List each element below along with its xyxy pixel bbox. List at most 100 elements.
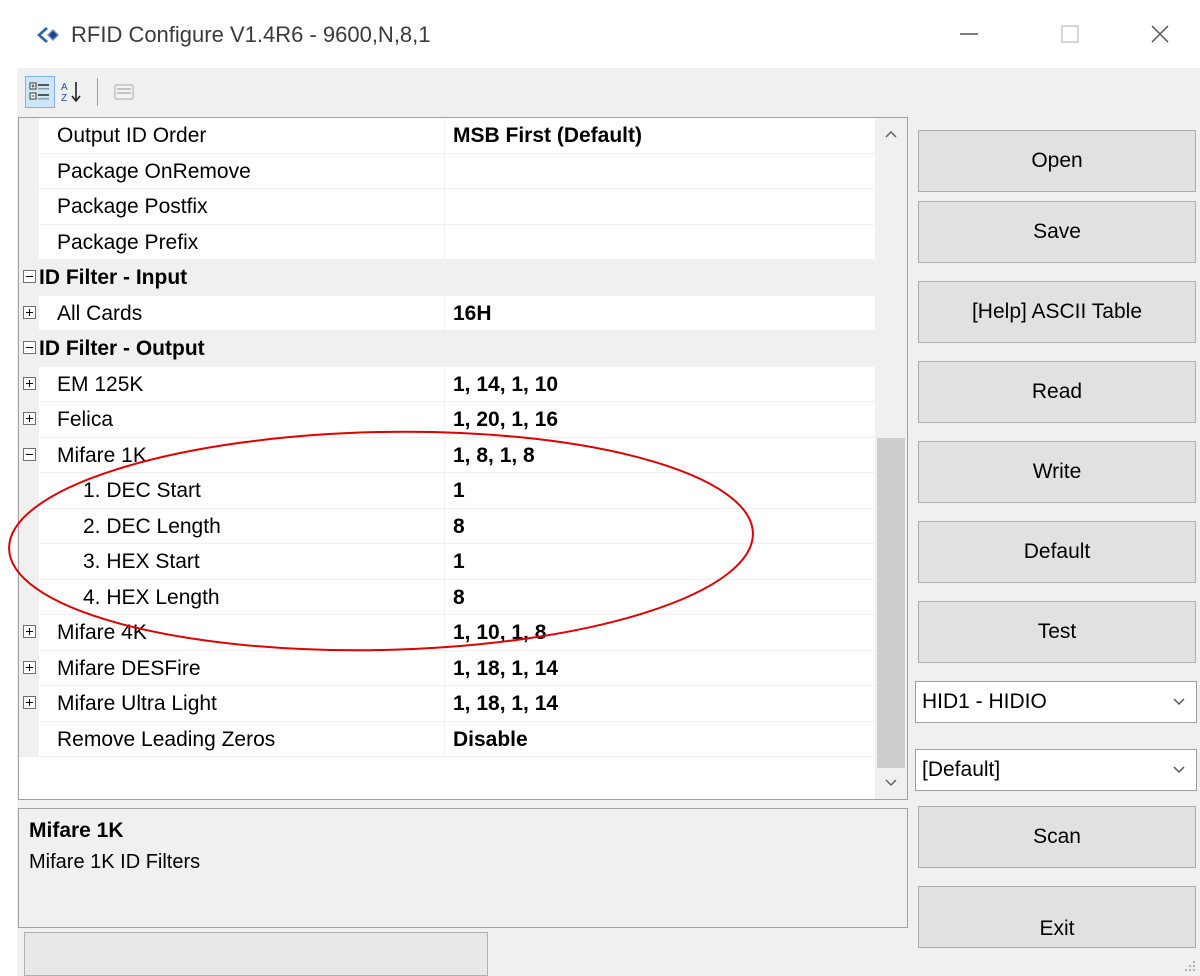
property-name: All Cards bbox=[39, 295, 445, 331]
property-name: Mifare DESFire bbox=[39, 650, 445, 686]
ascii-table-button[interactable]: [Help] ASCII Table bbox=[918, 281, 1196, 343]
row-margin bbox=[19, 224, 39, 260]
property-value[interactable] bbox=[445, 154, 875, 189]
property-row[interactable]: Mifare Ultra Light 1, 18, 1, 14 bbox=[19, 686, 875, 722]
property-name: Mifare 4K bbox=[39, 615, 445, 651]
svg-text:Z: Z bbox=[61, 93, 67, 104]
property-value[interactable]: 1, 18, 1, 14 bbox=[445, 686, 875, 722]
property-grid-scrollbar[interactable] bbox=[875, 118, 907, 799]
title-bar[interactable]: RFID Configure V1.4R6 - 9600,N,8,1 bbox=[17, 0, 1200, 68]
help-description: Mifare 1K ID Filters bbox=[29, 851, 201, 873]
scroll-down-icon[interactable] bbox=[875, 767, 907, 799]
categorized-view-button[interactable] bbox=[25, 76, 55, 108]
property-row[interactable]: 1. DEC Start 1 bbox=[19, 473, 875, 509]
property-row[interactable]: 2. DEC Length 8 bbox=[19, 508, 875, 544]
default-button[interactable]: Default bbox=[918, 521, 1196, 583]
expand-icon[interactable] bbox=[23, 376, 36, 390]
property-value[interactable]: MSB First (Default) bbox=[445, 118, 875, 154]
device-select-value: HID1 - HIDIO bbox=[922, 690, 1047, 713]
property-grid[interactable]: Output ID Order MSB First (Default) Packag… bbox=[18, 117, 908, 800]
test-button[interactable]: Test bbox=[918, 601, 1196, 663]
property-category[interactable]: ID Filter - Input bbox=[19, 260, 875, 296]
scan-button[interactable]: Scan bbox=[918, 806, 1196, 868]
rfid-app-icon bbox=[37, 27, 59, 43]
expand-icon[interactable] bbox=[23, 412, 36, 425]
property-row[interactable]: 4. HEX Length 8 bbox=[19, 579, 875, 615]
property-value[interactable]: 1, 8, 1, 8 bbox=[445, 438, 875, 473]
property-name: ID Filter - Output bbox=[39, 331, 445, 367]
expand-icon[interactable] bbox=[23, 696, 36, 709]
property-row[interactable]: Output ID Order MSB First (Default) bbox=[19, 118, 875, 154]
close-icon bbox=[1151, 25, 1169, 43]
property-name: Package Postfix bbox=[39, 189, 445, 225]
scrollbar-thumb[interactable] bbox=[877, 438, 905, 768]
property-value[interactable]: 1, 14, 1, 10 bbox=[445, 367, 875, 402]
property-name: Mifare 1K bbox=[39, 437, 445, 473]
row-margin bbox=[19, 508, 39, 544]
property-row[interactable]: Mifare DESFire 1, 18, 1, 14 bbox=[19, 650, 875, 686]
save-button[interactable]: Save bbox=[918, 201, 1196, 263]
property-name: 1. DEC Start bbox=[39, 473, 445, 509]
property-row[interactable]: Package Postfix bbox=[19, 189, 875, 225]
property-value[interactable]: 1 bbox=[445, 544, 875, 580]
property-row[interactable]: Package Prefix bbox=[19, 224, 875, 260]
property-row[interactable]: All Cards 16H bbox=[19, 295, 875, 331]
property-name: 3. HEX Start bbox=[39, 544, 445, 580]
property-name: Felica bbox=[39, 402, 445, 438]
device-select[interactable]: HID1 - HIDIO bbox=[915, 681, 1197, 723]
collapse-icon[interactable] bbox=[23, 270, 36, 283]
row-margin bbox=[19, 153, 39, 189]
property-value[interactable]: 16H bbox=[445, 296, 875, 331]
property-value[interactable]: 8 bbox=[445, 580, 875, 615]
categorized-view-icon bbox=[29, 82, 49, 100]
close-button[interactable] bbox=[1125, 0, 1195, 68]
open-button[interactable]: Open bbox=[918, 130, 1196, 192]
property-value[interactable]: 1, 10, 1, 8 bbox=[445, 615, 875, 651]
expand-icon[interactable] bbox=[23, 305, 36, 319]
svg-text:A: A bbox=[61, 82, 68, 93]
row-margin bbox=[19, 544, 39, 580]
property-value bbox=[445, 331, 875, 367]
property-name: Package Prefix bbox=[39, 224, 445, 260]
row-margin bbox=[19, 189, 39, 225]
property-pages-button[interactable] bbox=[109, 76, 139, 108]
expand-icon[interactable] bbox=[23, 625, 36, 638]
property-value[interactable] bbox=[445, 189, 875, 225]
property-row[interactable]: Felica 1, 20, 1, 16 bbox=[19, 402, 875, 438]
property-value[interactable]: 1, 20, 1, 16 bbox=[445, 402, 875, 438]
property-value bbox=[445, 260, 875, 296]
property-row[interactable]: Mifare 1K 1, 8, 1, 8 bbox=[19, 437, 875, 473]
property-value[interactable]: Disable bbox=[445, 722, 875, 757]
read-button[interactable]: Read bbox=[918, 361, 1196, 423]
property-value[interactable]: 1 bbox=[445, 473, 875, 509]
write-button[interactable]: Write bbox=[918, 441, 1196, 503]
property-name: EM 125K bbox=[39, 366, 445, 402]
expand-icon[interactable] bbox=[23, 660, 36, 674]
property-value[interactable] bbox=[445, 225, 875, 260]
profile-select[interactable]: [Default] bbox=[915, 749, 1197, 791]
window-left-border bbox=[0, 0, 17, 976]
row-margin bbox=[19, 473, 39, 509]
window-title: RFID Configure V1.4R6 - 9600,N,8,1 bbox=[71, 22, 431, 47]
property-row[interactable]: Mifare 4K 1, 10, 1, 8 bbox=[19, 615, 875, 651]
property-row[interactable]: Package OnRemove bbox=[19, 153, 875, 189]
maximize-button[interactable] bbox=[1035, 0, 1105, 68]
property-row[interactable]: 3. HEX Start 1 bbox=[19, 544, 875, 580]
property-value[interactable]: 8 bbox=[445, 509, 875, 544]
exit-button[interactable]: Exit bbox=[918, 886, 1196, 948]
collapse-icon[interactable] bbox=[23, 341, 36, 354]
resize-grip-icon[interactable] bbox=[1182, 958, 1196, 972]
collapse-icon[interactable] bbox=[23, 447, 36, 461]
property-row[interactable]: Remove Leading Zeros Disable bbox=[19, 721, 875, 757]
property-value[interactable]: 1, 18, 1, 14 bbox=[445, 651, 875, 686]
property-category[interactable]: ID Filter - Output bbox=[19, 331, 875, 367]
profile-select-value: [Default] bbox=[922, 758, 1001, 781]
property-name: 2. DEC Length bbox=[39, 508, 445, 544]
alphabetical-sort-button[interactable]: A Z bbox=[57, 76, 87, 108]
property-grid-toolbar: A Z bbox=[17, 68, 1200, 118]
property-name: Package OnRemove bbox=[39, 153, 445, 189]
scroll-up-icon[interactable] bbox=[875, 118, 907, 150]
minimize-button[interactable] bbox=[934, 0, 1004, 68]
property-row[interactable]: EM 125K 1, 14, 1, 10 bbox=[19, 366, 875, 402]
status-bar-panel bbox=[24, 932, 488, 976]
